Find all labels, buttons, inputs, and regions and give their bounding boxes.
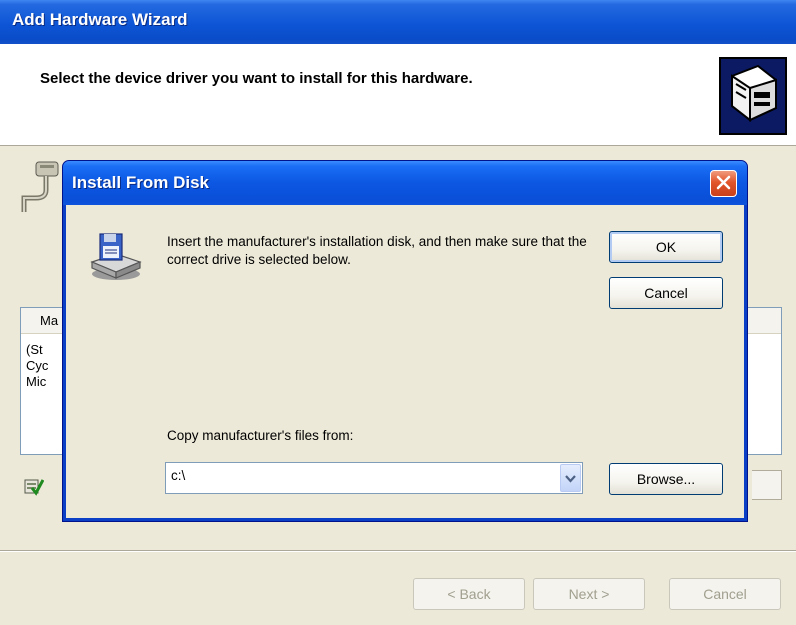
copy-from-label: Copy manufacturer's files from: [167,428,354,443]
have-disk-button-edge[interactable] [752,470,782,500]
port-icon [18,160,62,216]
close-button[interactable] [710,170,737,197]
browse-button[interactable]: Browse... [609,463,723,495]
ok-button[interactable]: OK [609,231,723,263]
signed-driver-icon [24,476,45,496]
wizard-cancel-button[interactable]: Cancel [669,578,781,610]
dropdown-arrow-icon [565,470,576,486]
list-item[interactable]: Mic [26,374,46,389]
wizard-header-text: Select the device driver you want to ins… [40,70,473,87]
hardware-icon [718,56,788,136]
list-item[interactable]: Cyc [26,358,48,373]
next-button[interactable]: Next > [533,578,645,610]
floppy-disk-icon [86,228,142,284]
wizard-header-panel [0,44,796,146]
wizard-title: Add Hardware Wizard [12,10,188,29]
wizard-separator [0,550,796,552]
dialog-message: Insert the manufacturer's installation d… [167,234,587,267]
close-icon [716,175,731,193]
dropdown-button[interactable] [560,464,581,492]
copy-from-input[interactable]: c:\ [171,468,185,483]
dialog-title: Install From Disk [72,173,209,192]
list-item[interactable]: (St [26,342,43,357]
list-header-label: Ma [40,313,59,328]
back-button[interactable]: < Back [413,578,525,610]
cancel-button[interactable]: Cancel [609,277,723,309]
copy-from-combobox[interactable] [165,462,583,494]
